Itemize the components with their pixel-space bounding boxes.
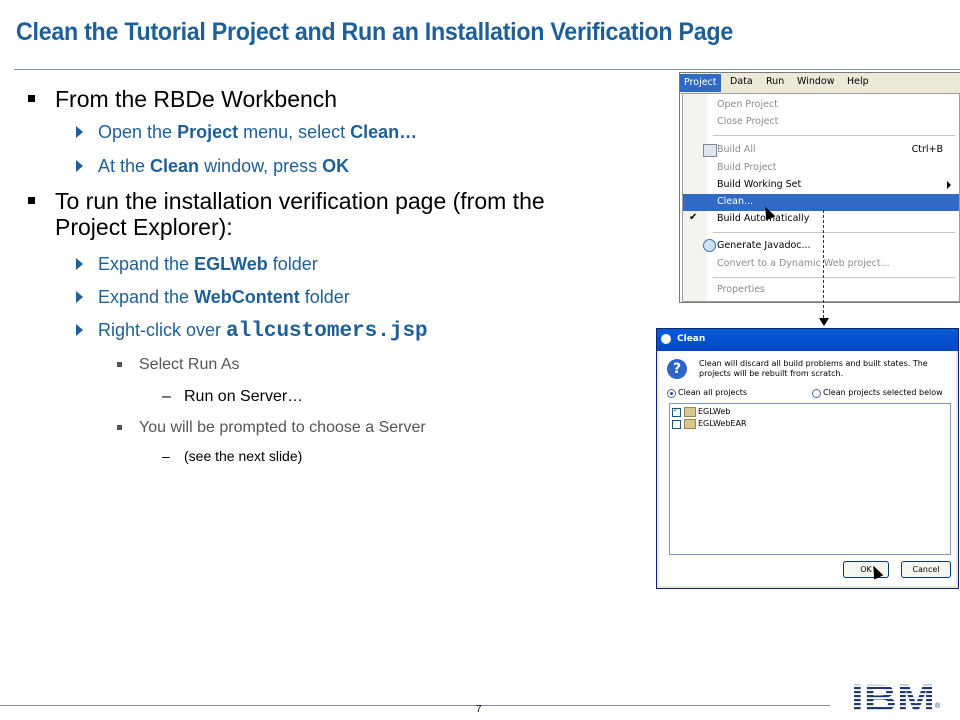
menubar-data[interactable]: Data	[730, 76, 753, 87]
ibm-logo-text: IBM	[851, 679, 935, 715]
step-expand-webcontent: Expand the WebContent folder	[76, 286, 350, 308]
radio-clean-all-label: Clean all projects	[678, 388, 748, 397]
registered-mark: ®	[935, 703, 941, 710]
ibm-logo: IBM	[851, 679, 935, 715]
arrow-bullet-icon	[76, 126, 83, 138]
project-folder-icon	[684, 419, 696, 429]
bullet-text-line1: To run the installation verification pag…	[55, 188, 545, 214]
menubar-window[interactable]: Window	[797, 76, 834, 87]
menubar-run[interactable]: Run	[766, 76, 784, 87]
connector-dashed-line	[823, 210, 824, 318]
radio-clean-selected[interactable]	[812, 389, 821, 398]
menu-item-close-project[interactable]: Close Project	[717, 116, 778, 127]
menubar: Project Data Run Window Help	[680, 73, 960, 94]
arrow-bullet-icon	[76, 258, 83, 270]
slide-title: Clean the Tutorial Project and Run an In…	[16, 18, 733, 46]
javadoc-icon	[703, 239, 716, 252]
file-name-code: allcustomers.jsp	[226, 320, 428, 343]
step-right-click: Right-click over allcustomers.jsp	[76, 319, 428, 343]
project-eglwebear: EGLWebEAR	[698, 419, 747, 428]
menu-item-build-all[interactable]: Build All	[717, 144, 756, 155]
dialog-body: ? Clean will discard all build problems …	[659, 351, 956, 586]
submenu-arrow-icon	[947, 181, 951, 189]
menu-item-clean-highlight[interactable]: Clean...	[683, 194, 959, 211]
bullet-text-line2: Project Explorer):	[55, 214, 233, 240]
menu-item-open-project[interactable]: Open Project	[717, 99, 778, 110]
checkmark-icon: ✔	[689, 212, 698, 223]
connector-arrow-icon	[819, 318, 829, 326]
title-rule	[14, 69, 960, 70]
bullet-run-verification: To run the installation verification pag…	[28, 188, 638, 240]
substep-next-slide: – (see the next slide)	[162, 448, 303, 464]
radio-clean-all[interactable]	[667, 389, 676, 398]
clean-dialog-screenshot: Clean ? Clean will discard all build pro…	[656, 328, 959, 589]
page-number: 7	[476, 704, 482, 715]
menu-item-properties[interactable]: Properties	[717, 284, 765, 295]
project-folder-icon	[684, 407, 696, 417]
checkbox-eglwebear[interactable]	[672, 420, 681, 429]
step-clean-window: At the Clean window, press OK	[76, 155, 349, 177]
cancel-button[interactable]: Cancel	[901, 561, 951, 578]
build-all-shortcut: Ctrl+B	[911, 144, 943, 155]
square-bullet-icon	[117, 362, 122, 367]
menu-separator	[713, 277, 955, 278]
footer-rule	[0, 705, 830, 706]
menu-item-build-working-set[interactable]: Build Working Set	[717, 179, 801, 190]
project-list: EGLWeb EGLWebEAR	[669, 403, 951, 555]
checkbox-eglweb[interactable]	[672, 406, 681, 417]
arrow-bullet-icon	[76, 324, 83, 336]
step-open-project: Open the Project menu, select Clean…	[76, 121, 417, 143]
menubar-help[interactable]: Help	[847, 76, 869, 87]
arrow-bullet-icon	[76, 160, 83, 172]
build-all-icon	[703, 144, 717, 157]
question-icon: ?	[667, 359, 687, 379]
bullet-square-icon	[28, 95, 35, 102]
menu-item-clean[interactable]: Clean...	[717, 196, 753, 207]
bullet-text: From the RBDe Workbench	[55, 86, 338, 112]
project-dropdown-menu: Open Project Close Project Build All Ctr…	[682, 93, 960, 302]
menu-item-generate-javadoc[interactable]: Generate Javadoc...	[717, 240, 811, 251]
dialog-title: Clean	[677, 334, 706, 344]
dialog-message: Clean will discard all build problems an…	[699, 359, 928, 378]
substep-run-on-server: – Run on Server…	[162, 388, 304, 405]
substep-choose-server: You will be prompted to choose a Server	[117, 418, 426, 438]
eclipse-icon	[661, 334, 671, 344]
substep-select-run-as: Select Run As	[117, 355, 240, 375]
menubar-project[interactable]: Project	[680, 74, 721, 92]
menu-item-build-project[interactable]: Build Project	[717, 162, 776, 173]
bullet-workbench: From the RBDe Workbench	[28, 86, 638, 112]
menu-separator	[713, 135, 955, 136]
menu-item-convert-dynamic-web[interactable]: Convert to a Dynamic Web project...	[717, 258, 890, 269]
project-menu-screenshot: Project Data Run Window Help Open Projec…	[679, 72, 960, 303]
dialog-titlebar: Clean	[657, 329, 958, 351]
project-eglweb: EGLWeb	[698, 407, 731, 416]
step-expand-eglweb: Expand the EGLWeb folder	[76, 253, 318, 275]
menu-separator	[713, 232, 955, 233]
arrow-bullet-icon	[76, 291, 83, 303]
radio-clean-selected-label: Clean projects selected below	[823, 388, 943, 397]
bullet-square-icon	[28, 197, 35, 204]
square-bullet-icon	[117, 425, 122, 430]
